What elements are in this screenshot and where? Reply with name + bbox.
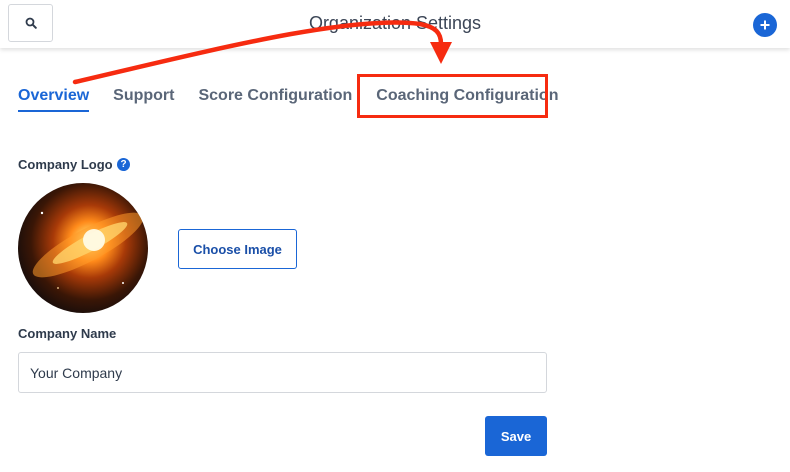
question-circle-icon[interactable]: ? (117, 158, 130, 171)
page-title: Organization Settings (308, 13, 482, 33)
tab-score-configuration[interactable]: Score Configuration (198, 86, 352, 110)
company-logo-label: Company Logo (18, 157, 113, 172)
annotation-highlight-box (357, 74, 548, 118)
save-button[interactable]: Save (485, 416, 547, 456)
top-bar: Organization Settings (0, 0, 790, 48)
company-name-label: Company Name (18, 326, 117, 341)
company-logo-image (18, 183, 148, 313)
choose-image-button[interactable]: Choose Image (178, 229, 297, 269)
galaxy-logo-art (32, 211, 144, 289)
company-name-input[interactable] (18, 352, 547, 393)
tab-overview[interactable]: Overview (18, 86, 90, 112)
tab-support[interactable]: Support (113, 86, 174, 110)
plus-icon (760, 20, 770, 30)
add-button[interactable] (753, 13, 777, 37)
